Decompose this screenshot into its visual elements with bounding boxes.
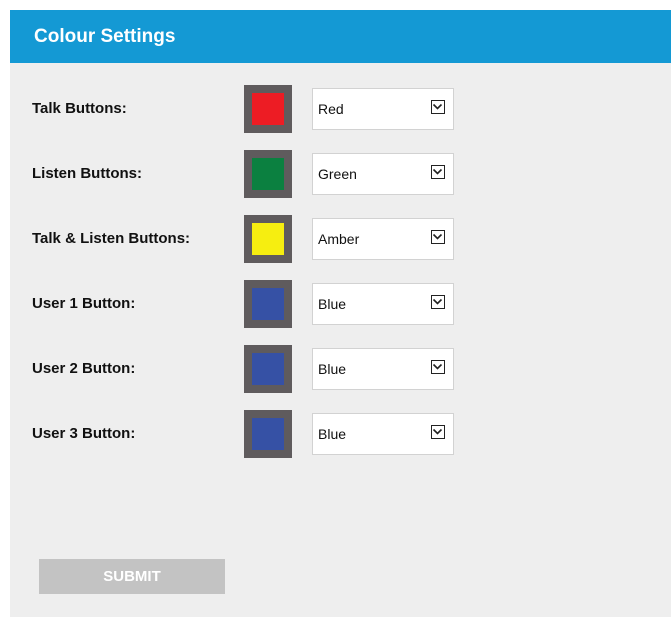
setting-label: Talk Buttons: bbox=[32, 100, 127, 117]
colour-swatch-frame bbox=[244, 150, 292, 198]
colour-swatch bbox=[252, 158, 284, 190]
colour-select[interactable]: Green bbox=[312, 153, 454, 195]
colour-settings-panel: Colour Settings Talk Buttons: Red Listen… bbox=[10, 10, 671, 617]
colour-swatch bbox=[252, 223, 284, 255]
setting-row-user-3-button: User 3 Button: Blue bbox=[10, 410, 671, 458]
chevron-down-icon[interactable] bbox=[431, 295, 445, 309]
panel-header: Colour Settings bbox=[10, 10, 671, 63]
setting-row-user-1-button: User 1 Button: Blue bbox=[10, 280, 671, 328]
colour-swatch-frame bbox=[244, 85, 292, 133]
colour-swatch-frame bbox=[244, 215, 292, 263]
submit-button[interactable]: SUBMIT bbox=[39, 559, 225, 594]
chevron-down-icon[interactable] bbox=[431, 230, 445, 244]
setting-label: Listen Buttons: bbox=[32, 165, 142, 182]
colour-select[interactable]: Blue bbox=[312, 348, 454, 390]
colour-swatch bbox=[252, 353, 284, 385]
colour-swatch-frame bbox=[244, 280, 292, 328]
colour-select[interactable]: Amber bbox=[312, 218, 454, 260]
colour-swatch-frame bbox=[244, 345, 292, 393]
setting-row-user-2-button: User 2 Button: Blue bbox=[10, 345, 671, 393]
chevron-down-icon[interactable] bbox=[431, 165, 445, 179]
colour-select-value: Blue bbox=[318, 296, 347, 312]
setting-row-talk-buttons: Talk Buttons: Red bbox=[10, 85, 671, 133]
setting-row-talk-listen-buttons: Talk & Listen Buttons: Amber bbox=[10, 215, 671, 263]
setting-row-listen-buttons: Listen Buttons: Green bbox=[10, 150, 671, 198]
colour-select[interactable]: Red bbox=[312, 88, 454, 130]
colour-select-value: Blue bbox=[318, 361, 347, 377]
setting-label: User 1 Button: bbox=[32, 295, 136, 312]
colour-swatch-frame bbox=[244, 410, 292, 458]
chevron-down-icon[interactable] bbox=[431, 360, 445, 374]
chevron-down-icon[interactable] bbox=[431, 100, 445, 114]
colour-select-value: Red bbox=[318, 101, 344, 117]
colour-swatch bbox=[252, 93, 284, 125]
panel-title: Colour Settings bbox=[34, 25, 176, 47]
colour-select-value: Blue bbox=[318, 426, 347, 442]
setting-label: User 2 Button: bbox=[32, 360, 136, 377]
colour-swatch bbox=[252, 418, 284, 450]
setting-label: Talk & Listen Buttons: bbox=[32, 230, 191, 247]
colour-swatch bbox=[252, 288, 284, 320]
chevron-down-icon[interactable] bbox=[431, 425, 445, 439]
colour-select-value: Green bbox=[318, 166, 357, 182]
colour-select-value: Amber bbox=[318, 231, 360, 247]
setting-label: User 3 Button: bbox=[32, 425, 136, 442]
colour-select[interactable]: Blue bbox=[312, 283, 454, 325]
colour-select[interactable]: Blue bbox=[312, 413, 454, 455]
